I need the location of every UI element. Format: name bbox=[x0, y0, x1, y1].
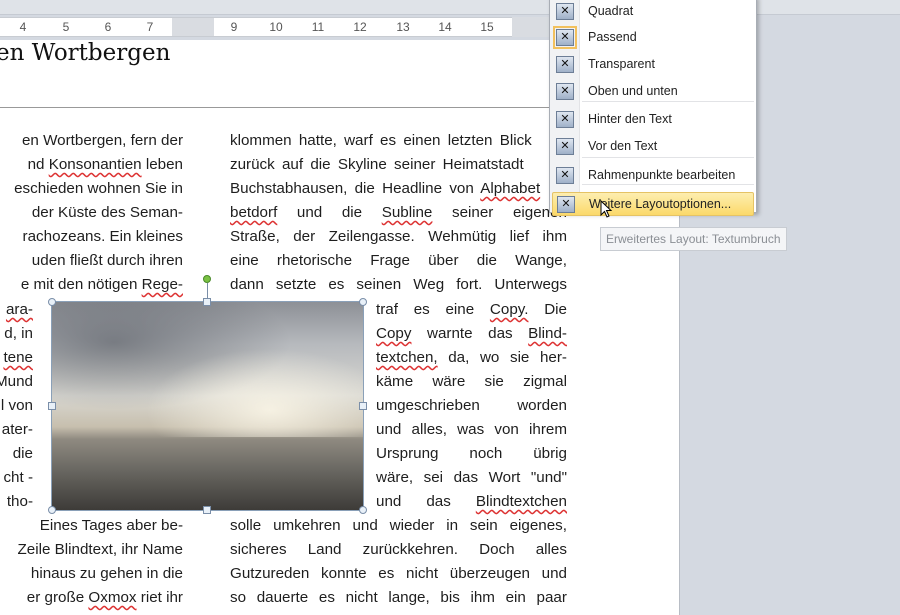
left-column-line: en Wortbergen, fern der bbox=[21, 132, 183, 149]
right-column-line: Ursprung noch übrig bbox=[376, 445, 567, 462]
menu-item-transparent[interactable]: ✕ Transparent bbox=[552, 53, 754, 77]
ruler-tick: 15 bbox=[480, 20, 494, 34]
left-column-line: rachozeans. Ein kleines bbox=[22, 228, 183, 245]
ribbon-bottom bbox=[0, 0, 900, 15]
menu-item-quadrat[interactable]: ✕ Quadrat bbox=[552, 0, 754, 24]
more-layout-options-icon: ✕ bbox=[557, 196, 575, 213]
right-column-line: sicheres Land zurückkehren. Doch alles bbox=[230, 541, 567, 558]
resize-handle[interactable] bbox=[48, 298, 56, 306]
right-column-line: textchen, da, wo sie her- bbox=[376, 349, 567, 366]
menu-item-vor-den-text[interactable]: ✕ Vor den Text bbox=[552, 135, 754, 159]
menu-separator bbox=[582, 157, 754, 158]
left-column-line: nd Konsonantien leben bbox=[27, 156, 183, 173]
menu-item-label: Passend bbox=[588, 30, 637, 44]
left-column-line: Mund bbox=[0, 373, 33, 390]
menu-separator bbox=[582, 184, 754, 185]
edit-wrap-points-icon: ✕ bbox=[556, 167, 574, 184]
right-column-line: Gutzureden konnte es nicht überzeugen un… bbox=[230, 565, 567, 582]
left-column-line: die bbox=[12, 445, 33, 462]
menu-item-weitere-layoutoptionen[interactable]: ✕ Weitere Layoutoptionen... bbox=[552, 192, 754, 216]
resize-handle[interactable] bbox=[48, 506, 56, 514]
right-column-line: käme wäre sie zigmal bbox=[376, 373, 567, 390]
ruler-tick: 9 bbox=[230, 20, 238, 34]
resize-handle[interactable] bbox=[359, 402, 367, 410]
left-column-line: ater- bbox=[1, 421, 33, 438]
horizontal-ruler[interactable]: 4 5 6 7 9 10 11 12 13 14 15 bbox=[0, 17, 512, 37]
selected-image[interactable] bbox=[51, 301, 364, 511]
rotation-handle[interactable] bbox=[203, 275, 211, 283]
wrap-text-menu: ✕ Quadrat ✕ Passend ✕ Transparent ✕ Oben und un… bbox=[549, 0, 757, 216]
resize-handle[interactable] bbox=[359, 298, 367, 306]
left-column-line: hinaus zu gehen in die bbox=[30, 565, 183, 582]
ruler-end bbox=[512, 17, 552, 37]
menu-item-label: Rahmenpunkte bearbeiten bbox=[588, 168, 736, 182]
menu-item-hinter-den-text[interactable]: ✕ Hinter den Text bbox=[552, 108, 754, 132]
left-column-line: tene bbox=[3, 349, 33, 366]
resize-handle[interactable] bbox=[48, 402, 56, 410]
right-column-line: so dauerte es nicht lange, bis ihm ein p… bbox=[230, 589, 567, 606]
wrap-through-icon: ✕ bbox=[556, 56, 574, 73]
resize-handle[interactable] bbox=[203, 298, 211, 306]
left-column-line: uden fließt durch ihren bbox=[31, 252, 183, 269]
left-column-line: tho- bbox=[6, 493, 33, 510]
right-column-line: und das Blindtextchen bbox=[376, 493, 567, 510]
right-column-line: betdorf und die Subline seiner eigenen bbox=[230, 204, 567, 221]
in-front-of-text-icon: ✕ bbox=[556, 138, 574, 155]
menu-item-label: Oben und unten bbox=[588, 84, 678, 98]
left-column-line: ara- bbox=[5, 301, 33, 318]
ruler-tick: 5 bbox=[62, 20, 70, 34]
ruler-tick: 7 bbox=[146, 20, 154, 34]
left-column-line: e mit den nötigen Rege- bbox=[20, 276, 183, 293]
wrap-square-icon: ✕ bbox=[556, 3, 574, 20]
document-heading: en Wortbergen bbox=[0, 40, 171, 66]
ruler-tick: 14 bbox=[438, 20, 452, 34]
tooltip: Erweitertes Layout: Textumbruch bbox=[600, 227, 787, 251]
heading-divider bbox=[0, 107, 567, 108]
right-column-line: eine rhetorische Frage über die Wange, bbox=[230, 252, 567, 269]
right-column-line: dann setzte es seinen Weg fort. Unterweg… bbox=[230, 276, 567, 293]
left-column-line: d, in bbox=[4, 325, 33, 342]
menu-item-label: Hinter den Text bbox=[588, 112, 672, 126]
menu-item-passend[interactable]: ✕ Passend bbox=[552, 26, 754, 50]
left-column-line: cht - bbox=[3, 469, 33, 486]
resize-handle[interactable] bbox=[359, 506, 367, 514]
menu-item-label: Vor den Text bbox=[588, 139, 658, 153]
menu-item-label: Transparent bbox=[588, 57, 655, 71]
ruler-tick: 12 bbox=[353, 20, 367, 34]
ruler-tick: 10 bbox=[269, 20, 283, 34]
left-column-line: l von bbox=[0, 397, 33, 414]
mouse-cursor-icon bbox=[600, 200, 613, 218]
left-column-line: er große Oxmox riet ihr bbox=[26, 589, 183, 606]
right-column-line: und alles, was von ihrem bbox=[376, 421, 567, 438]
ruler-tick: 11 bbox=[311, 20, 325, 34]
wrap-tight-icon: ✕ bbox=[553, 26, 577, 49]
ruler-tick: 6 bbox=[104, 20, 112, 34]
left-column-line: eschieden wohnen Sie in bbox=[14, 180, 183, 197]
ruler-tick: 13 bbox=[396, 20, 410, 34]
right-column-line: umgeschrieben worden bbox=[376, 397, 567, 414]
behind-text-icon: ✕ bbox=[556, 111, 574, 128]
right-column-line: wäre, sei das Wort "und" bbox=[376, 469, 567, 486]
left-column-line: Zeile Blindtext, ihr Name bbox=[17, 541, 183, 558]
right-column-line: traf es eine Copy. Die bbox=[376, 301, 567, 318]
left-column-line: Eines Tages aber be- bbox=[39, 517, 183, 534]
right-column-line: solle umkehren und wieder in sein eigene… bbox=[230, 517, 567, 534]
ruler-margin bbox=[172, 18, 214, 36]
ruler-tick: 4 bbox=[19, 20, 27, 34]
left-column-line: der Küste des Seman- bbox=[31, 204, 183, 221]
resize-handle[interactable] bbox=[203, 506, 211, 514]
menu-item-label: Quadrat bbox=[588, 4, 634, 18]
right-column-line: Straße, der Zeilengasse. Wehmütig lief i… bbox=[230, 228, 567, 245]
menu-separator bbox=[582, 101, 754, 102]
wrap-top-bottom-icon: ✕ bbox=[556, 83, 574, 100]
image-clouds bbox=[52, 302, 363, 438]
right-column-line: Copy warnte das Blind- bbox=[376, 325, 567, 342]
